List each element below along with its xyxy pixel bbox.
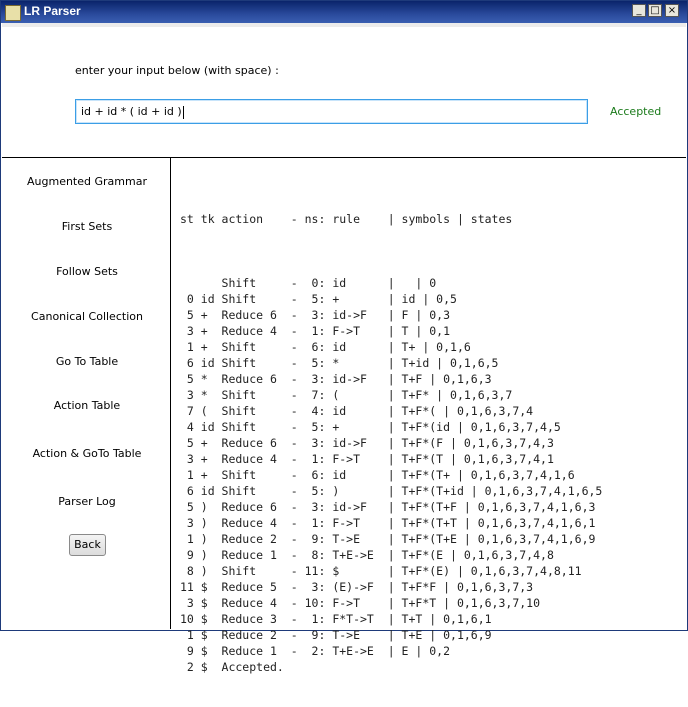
input-prompt-label: enter your input below (with space) : (75, 64, 279, 77)
nav-augmented-grammar[interactable]: Augmented Grammar (11, 175, 163, 188)
nav-parser-log[interactable]: Parser Log (11, 495, 163, 508)
log-row: 1 + Shift - 6: id | T+F*(T+ | 0,1,6,3,7,… (180, 468, 575, 482)
log-header: st tk action - ns: rule | symbols | stat… (180, 212, 513, 226)
title-bar[interactable]: LR Parser _ □ × (1, 1, 687, 23)
log-row: Shift - 0: id | | 0 (180, 276, 437, 290)
log-row: 10 $ Reduce 3 - 1: F*T->T | T+T | 0,1,6,… (180, 612, 492, 626)
parse-status-label: Accepted (610, 105, 662, 118)
log-row: 3 + Reduce 4 - 1: F->T | T | 0,1 (180, 324, 451, 338)
log-row: 5 + Reduce 6 - 3: id->F | T+F*(F | 0,1,6… (180, 436, 554, 450)
text-caret (182, 105, 184, 119)
menu-strip (2, 23, 686, 27)
close-button[interactable]: × (665, 4, 679, 17)
log-row: 9 $ Reduce 1 - 2: T+E->E | E | 0,2 (180, 644, 451, 658)
log-row: 3 * Shift - 7: ( | T+F* | 0,1,6,3,7 (180, 388, 513, 402)
expression-input[interactable]: id + id * ( id + id ) (75, 99, 588, 124)
expression-input-value: id + id * ( id + id ) (81, 105, 182, 118)
log-row: 5 + Reduce 6 - 3: id->F | F | 0,3 (180, 308, 451, 322)
log-row: 3 + Reduce 4 - 1: F->T | T+F*(T | 0,1,6,… (180, 452, 554, 466)
log-row: 9 ) Reduce 1 - 8: T+E->E | T+F*(E | 0,1,… (180, 548, 554, 562)
log-row: 7 ( Shift - 4: id | T+F*( | 0,1,6,3,7,4 (180, 404, 534, 418)
log-row: 3 ) Reduce 4 - 1: F->T | T+F*(T+T | 0,1,… (180, 516, 596, 530)
nav-canonical-collection[interactable]: Canonical Collection (11, 310, 163, 323)
horizontal-divider (2, 157, 686, 158)
maximize-button[interactable]: □ (648, 4, 662, 17)
nav-follow-sets[interactable]: Follow Sets (11, 265, 163, 278)
log-row: 4 id Shift - 5: + | T+F*(id | 0,1,6,3,7,… (180, 420, 561, 434)
minimize-button[interactable]: _ (632, 4, 646, 17)
log-row: 2 $ Accepted. (180, 660, 284, 674)
vertical-divider (170, 158, 171, 629)
log-row: 3 $ Reduce 4 - 10: F->T | T+F*T | 0,1,6,… (180, 596, 541, 610)
window-title: LR Parser (24, 4, 81, 18)
log-row: 6 id Shift - 5: ) | T+F*(T+id | 0,1,6,3,… (180, 484, 603, 498)
log-row: 1 ) Reduce 2 - 9: T->E | T+F*(T+E | 0,1,… (180, 532, 596, 546)
app-window: LR Parser _ □ × enter your input below (… (0, 0, 688, 674)
parser-log-output: st tk action - ns: rule | symbols | stat… (180, 179, 602, 707)
log-row: 1 $ Reduce 2 - 9: T->E | T+E | 0,1,6,9 (180, 628, 492, 642)
back-button[interactable]: Back (69, 534, 106, 556)
log-rows: Shift - 0: id | | 0 0 id Shift - 5: + | … (180, 259, 602, 675)
log-row: 11 $ Reduce 5 - 3: (E)->F | T+F*F | 0,1,… (180, 580, 534, 594)
log-row (180, 259, 602, 275)
app-icon (5, 5, 21, 21)
nav-go-to-table[interactable]: Go To Table (11, 355, 163, 368)
log-row: 6 id Shift - 5: * | T+id | 0,1,6,5 (180, 356, 499, 370)
log-row: 0 id Shift - 5: + | id | 0,5 (180, 292, 457, 306)
nav-first-sets[interactable]: First Sets (11, 220, 163, 233)
nav-action-goto-table[interactable]: Action & GoTo Table (11, 447, 163, 460)
log-row: 1 + Shift - 6: id | T+ | 0,1,6 (180, 340, 471, 354)
log-row: 5 ) Reduce 6 - 3: id->F | T+F*(T+F | 0,1… (180, 500, 596, 514)
nav-action-table[interactable]: Action Table (11, 399, 163, 412)
log-row: 5 * Reduce 6 - 3: id->F | T+F | 0,1,6,3 (180, 372, 492, 386)
log-row: 8 ) Shift - 11: $ | T+F*(E) | 0,1,6,3,7,… (180, 564, 582, 578)
